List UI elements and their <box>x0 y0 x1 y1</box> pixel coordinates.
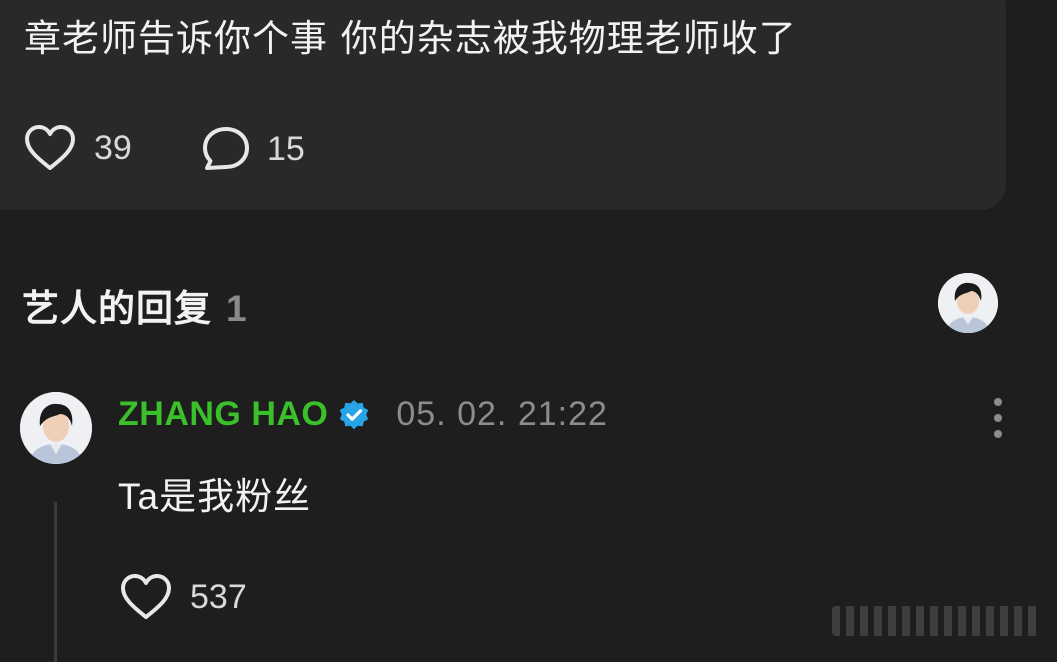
watermark <box>832 606 1042 636</box>
verified-badge-icon <box>340 399 369 429</box>
post-comment-button[interactable]: 15 <box>201 125 305 173</box>
reply-text-latin: Ta <box>118 476 160 517</box>
post-like-count: 39 <box>94 128 132 167</box>
post-like-button[interactable]: 39 <box>24 124 132 172</box>
heart-outline-icon <box>121 574 171 619</box>
artist-replies-heading: 艺人的回复 1 <box>22 278 248 332</box>
artist-replies-count: 1 <box>226 288 248 329</box>
reply-author-name[interactable]: ZHANG HAO <box>118 395 328 434</box>
reply-like-count: 537 <box>190 577 247 616</box>
artist-replies-title: 艺人的回复 <box>22 287 212 330</box>
heart-outline-icon <box>25 125 75 170</box>
speech-bubble-icon <box>203 127 249 170</box>
reply-avatar[interactable] <box>20 392 92 464</box>
artist-avatar[interactable] <box>938 273 998 333</box>
post-comment-count: 15 <box>267 129 305 168</box>
post-text: 章老师告诉你个事 你的杂志被我物理老师收了 <box>24 17 797 60</box>
reply-text-cjk: 是我粉丝 <box>159 475 312 518</box>
reply-header: ZHANG HAO 05. 02. 21:22 <box>118 395 608 434</box>
vertical-ellipsis-icon[interactable] <box>988 396 1008 440</box>
reply-text: Ta是我粉丝 <box>118 466 311 520</box>
reply-like-button[interactable]: 537 <box>120 573 247 621</box>
reply-thread-line <box>54 502 57 662</box>
reply-timestamp: 05. 02. 21:22 <box>396 395 608 433</box>
